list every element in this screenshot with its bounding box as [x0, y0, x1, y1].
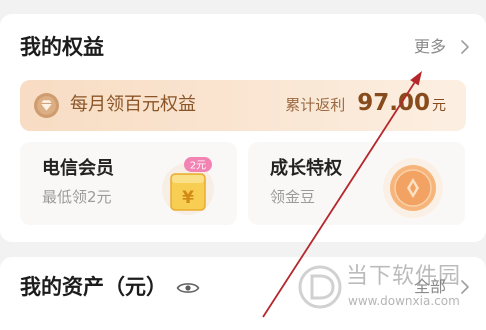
perk-card-telecom-member[interactable]: 电信会员 最低领2元 ¥ 2元 — [20, 142, 237, 225]
chevron-right-icon — [461, 40, 469, 54]
yuan-symbol: ¥ — [182, 188, 194, 208]
eye-icon[interactable] — [176, 280, 200, 296]
perk-title: 成长特权 — [270, 158, 342, 179]
banner-label: 每月领百元权益 — [70, 94, 196, 115]
yuan-gift-box-icon: ¥ 2元 — [162, 157, 214, 215]
rights-title: 我的权益 — [20, 35, 104, 59]
monthly-rights-banner[interactable]: 每月领百元权益 累计返利 97.00 元 — [20, 80, 466, 131]
rebate-summary: 累计返利 97.00 元 — [285, 90, 446, 116]
gold-coin-icon — [383, 158, 443, 218]
assets-card: 我的资产（元） 全部 — [0, 257, 486, 330]
assets-all-link[interactable]: 全部 — [414, 277, 470, 297]
perk-subtitle: 领金豆 — [270, 188, 316, 206]
perk-title: 电信会员 — [42, 158, 114, 179]
rights-more-link[interactable]: 更多 — [414, 37, 470, 57]
rebate-label: 累计返利 — [285, 96, 346, 114]
perk-card-growth-privilege[interactable]: 成长特权 领金豆 — [248, 142, 465, 225]
rebate-unit: 元 — [432, 98, 446, 114]
rebate-value: 97.00 — [357, 90, 430, 116]
more-label: 更多 — [413, 37, 446, 56]
assets-title: 我的资产（元） — [20, 275, 167, 299]
gem-badge-icon — [34, 93, 59, 118]
perk-badge: 2元 — [190, 161, 206, 172]
rights-card: 我的权益 更多 每月领百元权益 累计返利 97.00 元 电信会员 最低领2元 … — [0, 14, 486, 242]
chevron-right-icon — [461, 280, 469, 294]
all-label: 全部 — [413, 277, 446, 296]
perk-subtitle: 最低领2元 — [42, 188, 112, 206]
